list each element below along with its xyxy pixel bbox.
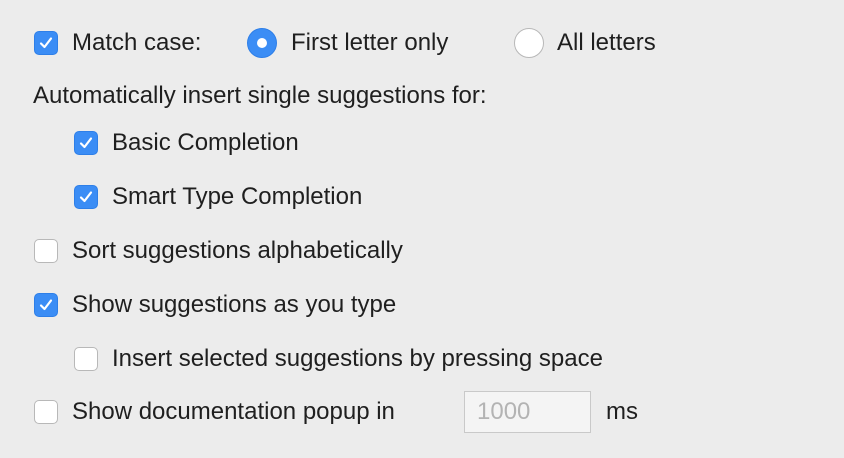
radio-first-letter-only[interactable]: First letter only — [247, 27, 448, 59]
smart-type-completion-row: Smart Type Completion — [74, 181, 362, 213]
match-case-checkbox[interactable] — [34, 31, 58, 55]
sort-alphabetically-label: Sort suggestions alphabetically — [72, 237, 403, 264]
basic-completion-label: Basic Completion — [112, 129, 299, 156]
documentation-delay-input[interactable] — [464, 391, 591, 433]
match-case-label: Match case: — [72, 29, 202, 56]
checkmark-icon — [79, 191, 93, 203]
checkmark-icon — [79, 137, 93, 149]
documentation-popup-row: Show documentation popup in — [34, 396, 395, 428]
insert-by-space-label: Insert selected suggestions by pressing … — [112, 345, 603, 372]
auto-insert-heading: Automatically insert single suggestions … — [33, 82, 487, 109]
smart-type-completion-label: Smart Type Completion — [112, 183, 363, 210]
radio-first-letter-only-label: First letter only — [291, 29, 449, 56]
checkmark-icon — [39, 37, 53, 49]
basic-completion-row: Basic Completion — [74, 127, 299, 159]
documentation-popup-checkbox[interactable] — [34, 400, 58, 424]
radio-all-letters-label: All letters — [557, 29, 656, 56]
smart-type-completion-checkbox[interactable] — [74, 185, 98, 209]
show-as-you-type-label: Show suggestions as you type — [72, 291, 397, 318]
match-case-row: Match case: — [34, 27, 201, 59]
insert-by-space-row: Insert selected suggestions by pressing … — [74, 343, 603, 375]
show-as-you-type-checkbox[interactable] — [34, 293, 58, 317]
radio-all-letters[interactable]: All letters — [514, 27, 656, 59]
show-as-you-type-row: Show suggestions as you type — [34, 289, 396, 321]
checkmark-icon — [39, 299, 53, 311]
insert-by-space-checkbox[interactable] — [74, 347, 98, 371]
radio-button-selected[interactable] — [247, 28, 277, 58]
radio-button[interactable] — [514, 28, 544, 58]
delay-unit-label: ms — [606, 398, 638, 425]
basic-completion-checkbox[interactable] — [74, 131, 98, 155]
documentation-popup-label: Show documentation popup in — [72, 398, 395, 425]
sort-alphabetically-row: Sort suggestions alphabetically — [34, 235, 403, 267]
radio-dot-icon — [257, 38, 267, 48]
sort-alphabetically-checkbox[interactable] — [34, 239, 58, 263]
